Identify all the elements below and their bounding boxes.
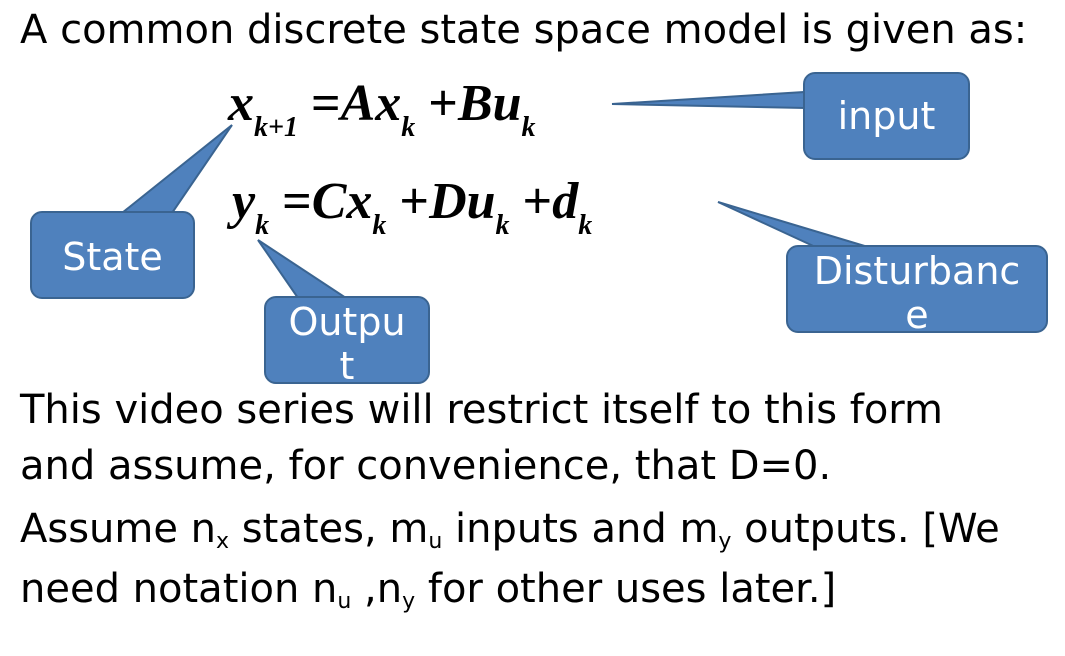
line4-text-b: ,n [351,566,403,612]
body-line-3: Assume nx states, mu inputs and my outpu… [20,505,1000,553]
body-line-2: and assume, for convenience, that D=0. [20,443,832,489]
line4-text-c: for other uses later.] [415,566,837,612]
body-line-1: This video series will restrict itself t… [20,387,944,433]
input-callout-pointer [611,90,806,110]
output-callout: Output [264,296,430,384]
line3-sub-u: u [428,529,443,554]
line4-sub-u: u [337,589,352,614]
body-line-4: need notation nu ,ny for other uses late… [20,565,836,613]
disturbance-callout-pointer [717,201,879,251]
line4-text-a: need notation n [20,566,338,612]
line3-text-c: inputs and m [442,506,719,552]
line3-sub-x: x [216,529,230,554]
line3-text-a: Assume n [20,506,217,552]
state-callout-pointer [119,124,233,214]
disturbance-callout: Disturbance [786,245,1048,333]
line3-text-b: states, m [229,506,429,552]
line3-text-d: outputs. [We [731,506,1000,552]
input-callout: input [803,72,970,160]
output-callout-pointer [257,239,350,299]
line3-sub-y: y [718,529,732,554]
line4-sub-y: y [402,589,416,614]
state-callout: State [30,211,195,299]
